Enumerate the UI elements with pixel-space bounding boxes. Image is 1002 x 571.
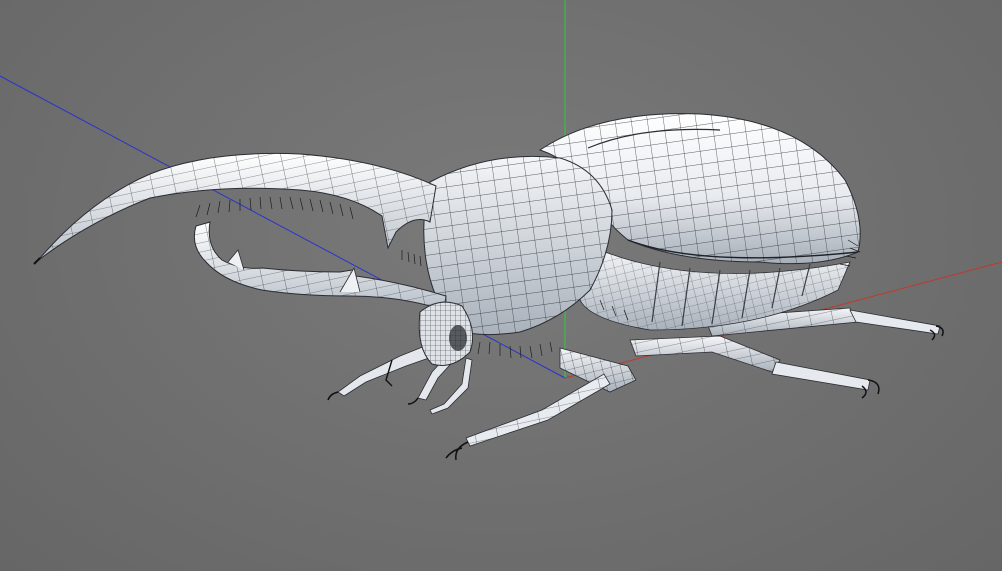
eye — [449, 325, 467, 351]
viewport-canvas[interactable] — [0, 0, 1002, 571]
beetle-model[interactable] — [33, 113, 944, 461]
lower-horn[interactable] — [193, 221, 447, 311]
head[interactable] — [418, 301, 474, 366]
upper-horn[interactable] — [33, 152, 437, 265]
middle-leg[interactable] — [629, 335, 880, 399]
3d-viewport[interactable] — [0, 0, 1002, 571]
